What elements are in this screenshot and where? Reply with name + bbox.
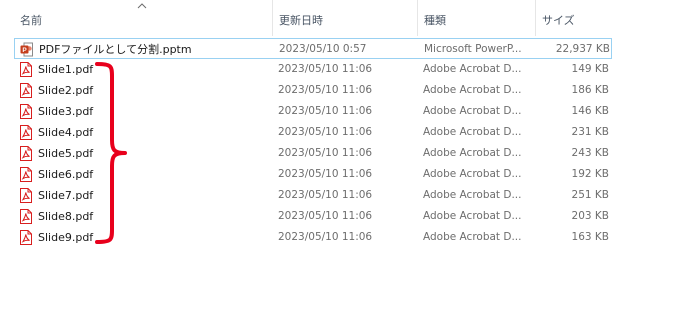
annotation-brace [95,62,127,244]
file-size: 146 KB [571,105,609,117]
file-type: Adobe Acrobat D... [423,189,522,201]
file-name: Slide5.pdf [38,147,94,160]
file-type: Adobe Acrobat D... [423,126,522,138]
file-type: Adobe Acrobat D... [423,63,522,75]
column-type[interactable]: 種類 [417,0,535,36]
file-name: Slide9.pdf [38,231,94,244]
file-name: PDFファイルとして分割.pptm [39,43,192,56]
file-type: Adobe Acrobat D... [423,84,522,96]
file-name: Slide6.pdf [38,168,94,181]
column-size[interactable]: サイズ [535,0,617,36]
pdf-file-icon [20,230,32,245]
pdf-file-icon [20,188,32,203]
file-name: Slide8.pdf [38,210,94,223]
file-row[interactable]: P PDFファイルとして分割.pptm 2023/05/10 0:57 Microso… [14,38,612,59]
pdf-file-icon [20,125,32,140]
file-type: Adobe Acrobat D... [423,147,522,159]
file-size: 251 KB [571,189,609,201]
file-date: 2023/05/10 11:06 [278,105,373,117]
column-size-label: サイズ [542,14,575,27]
file-size: 149 KB [571,63,609,75]
file-size: 186 KB [571,84,609,96]
file-size: 231 KB [571,126,609,138]
column-date[interactable]: 更新日時 [272,0,417,36]
pdf-file-icon [20,167,32,182]
file-type: Microsoft PowerP... [424,43,522,55]
file-date: 2023/05/10 0:57 [279,43,367,55]
svg-text:P: P [22,47,27,54]
pdf-file-icon [20,83,32,98]
file-date: 2023/05/10 11:06 [278,168,373,180]
column-date-label: 更新日時 [279,14,323,27]
pdf-file-icon [20,146,32,161]
file-date: 2023/05/10 11:06 [278,126,373,138]
file-type: Adobe Acrobat D... [423,231,522,243]
pdf-file-icon [20,209,32,224]
file-size: 203 KB [571,210,609,222]
file-name: Slide3.pdf [38,105,94,118]
file-name: Slide7.pdf [38,189,94,202]
file-name: Slide4.pdf [38,126,94,139]
file-date: 2023/05/10 11:06 [278,63,373,75]
powerpoint-file-icon: P [20,42,33,57]
column-name-label: 名前 [20,14,42,27]
file-size: 192 KB [571,168,609,180]
file-date: 2023/05/10 11:06 [278,210,373,222]
file-size: 243 KB [571,147,609,159]
file-date: 2023/05/10 11:06 [278,231,373,243]
file-date: 2023/05/10 11:06 [278,84,373,96]
file-type: Adobe Acrobat D... [423,168,522,180]
file-size: 22,937 KB [555,43,610,55]
column-type-label: 種類 [424,14,446,27]
file-type: Adobe Acrobat D... [423,210,522,222]
file-date: 2023/05/10 11:06 [278,147,373,159]
file-date: 2023/05/10 11:06 [278,189,373,201]
pdf-file-icon [20,104,32,119]
file-type: Adobe Acrobat D... [423,105,522,117]
file-explorer: 名前 更新日時 種類 サイズ P PDFファイルとして分割.pptm 2023/05… [0,0,693,333]
file-size: 163 KB [571,231,609,243]
column-name[interactable]: 名前 [14,0,272,36]
file-name: Slide2.pdf [38,84,94,97]
pdf-file-icon [20,62,32,77]
file-name: Slide1.pdf [38,63,94,76]
column-header: 名前 更新日時 種類 サイズ [0,0,620,36]
